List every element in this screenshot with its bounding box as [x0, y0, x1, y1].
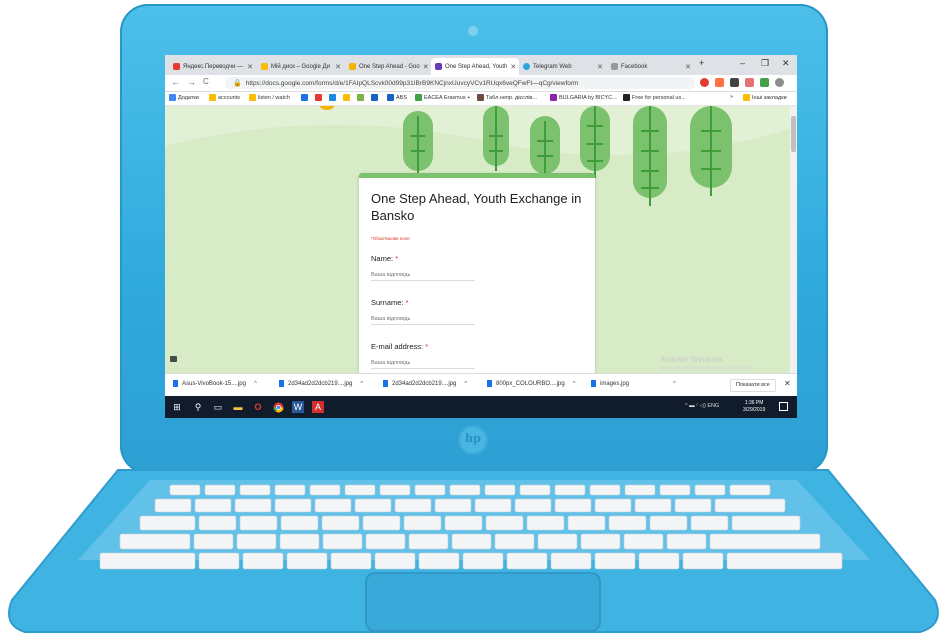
- touchpad: [365, 572, 601, 632]
- laptop-keyboard-deck: [8, 469, 939, 633]
- laptop-photo: Яндекс.Переводчи — ✕ Мій диск – Google Д…: [0, 0, 947, 643]
